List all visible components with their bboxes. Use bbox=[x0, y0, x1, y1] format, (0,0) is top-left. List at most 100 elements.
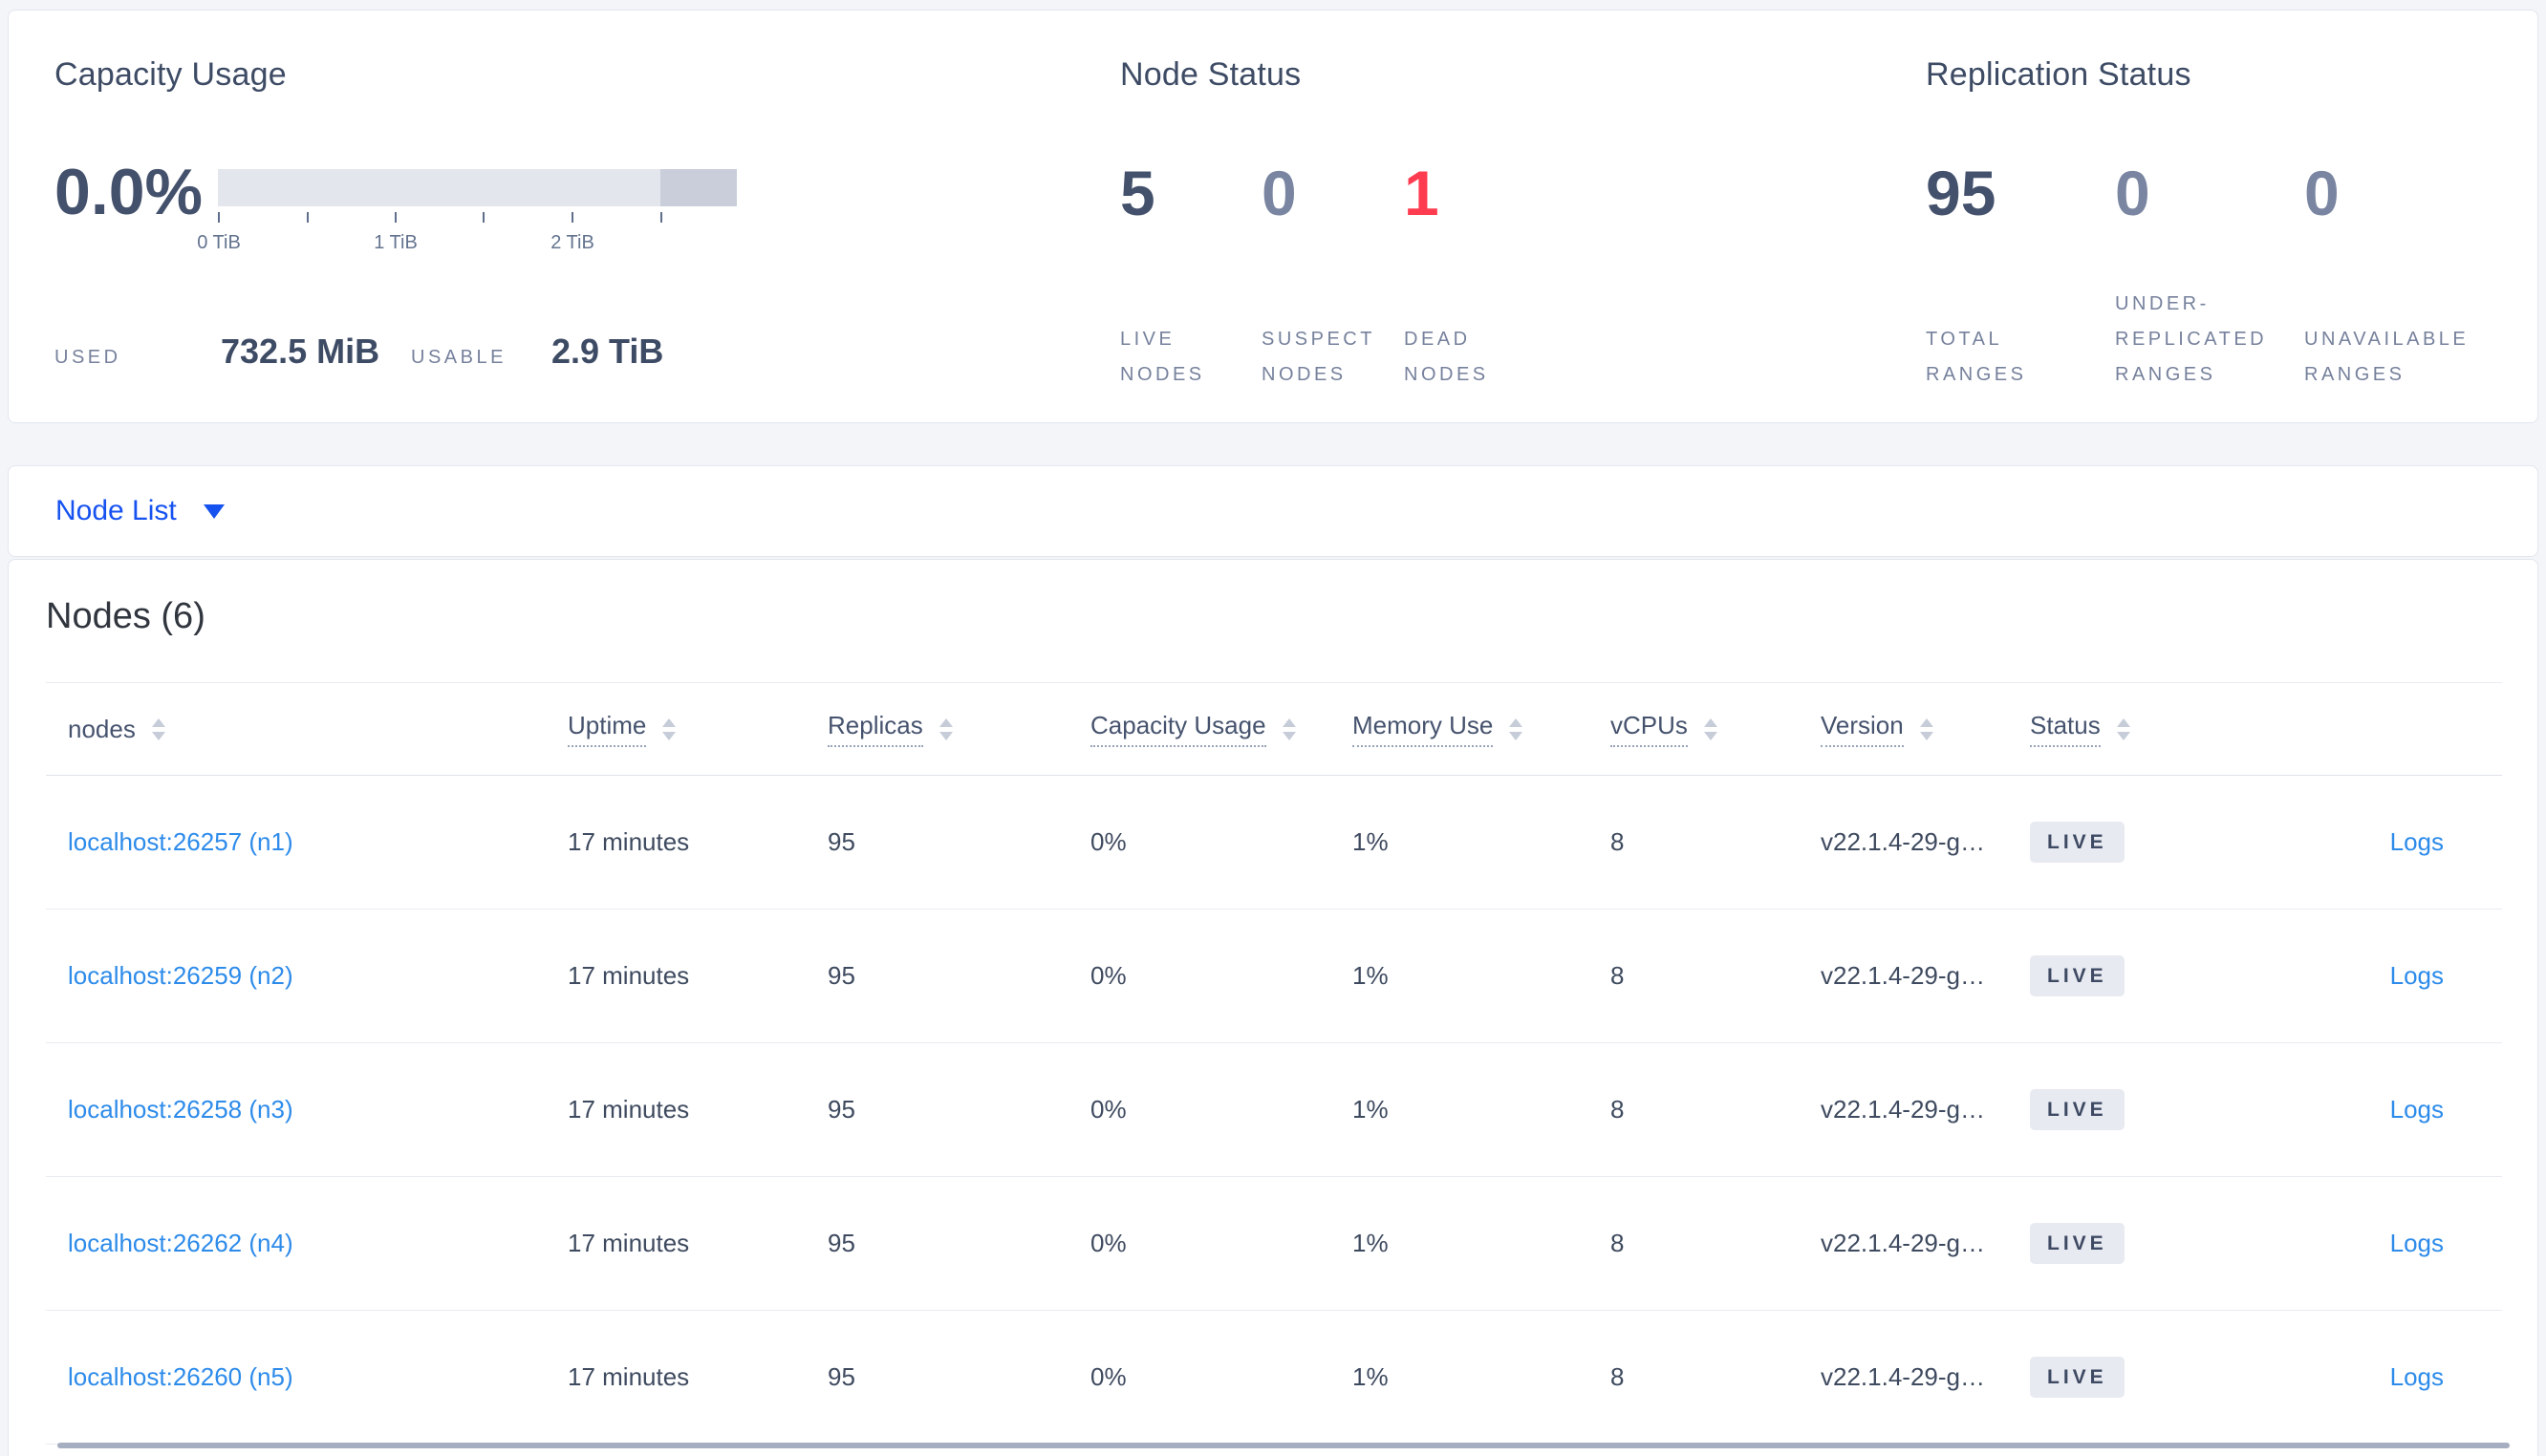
usable-label: USABLE bbox=[411, 347, 507, 368]
version-cell: v22.1.4-29-g… bbox=[1821, 1362, 1985, 1391]
sort-icon[interactable] bbox=[1703, 717, 1717, 740]
replicas-cell: 95 bbox=[828, 1362, 855, 1391]
axis-tick-label: 1 TiB bbox=[374, 232, 418, 253]
sort-icon[interactable] bbox=[2116, 717, 2130, 740]
column-header-replicas[interactable]: Replicas bbox=[828, 711, 1090, 747]
node-link[interactable]: localhost:26262 (n4) bbox=[68, 1229, 293, 1257]
memory-use-cell: 1% bbox=[1352, 961, 1389, 990]
status-badge: LIVE bbox=[2030, 1088, 2125, 1131]
status-badge: LIVE bbox=[2030, 1222, 2125, 1265]
logs-link[interactable]: Logs bbox=[2390, 961, 2444, 990]
axis-tick bbox=[395, 212, 397, 223]
node-link[interactable]: localhost:26260 (n5) bbox=[68, 1362, 293, 1391]
replicas-cell: 95 bbox=[828, 827, 855, 856]
logs-link[interactable]: Logs bbox=[2390, 1095, 2444, 1124]
column-header-capacity-usage[interactable]: Capacity Usage bbox=[1090, 711, 1352, 747]
table-row: localhost:26258 (n3) 17 minutes 95 0% 1%… bbox=[46, 1043, 2502, 1177]
sort-icon[interactable] bbox=[1919, 717, 1933, 740]
column-header-version[interactable]: Version bbox=[1821, 711, 2030, 747]
capacity-usage-title: Capacity Usage bbox=[54, 56, 287, 93]
unavailable-ranges-count: 0 bbox=[2304, 158, 2340, 228]
node-status-title: Node Status bbox=[1120, 56, 1302, 93]
version-cell: v22.1.4-29-g… bbox=[1821, 1229, 1985, 1257]
node-list-dropdown[interactable]: Node List bbox=[8, 465, 2538, 557]
under-replicated-ranges-label: UNDER- REPLICATED RANGES bbox=[2115, 293, 2268, 385]
vcpus-cell: 8 bbox=[1610, 961, 1625, 990]
column-header-memory-use[interactable]: Memory Use bbox=[1352, 711, 1610, 747]
chevron-down-icon bbox=[203, 503, 225, 519]
node-list-dropdown-label: Node List bbox=[55, 495, 177, 526]
logs-link[interactable]: Logs bbox=[2390, 1362, 2444, 1391]
node-link[interactable]: localhost:26259 (n2) bbox=[68, 961, 293, 990]
used-label: USED bbox=[54, 347, 121, 368]
vcpus-cell: 8 bbox=[1610, 827, 1625, 856]
uptime-cell: 17 minutes bbox=[568, 1362, 690, 1391]
table-row: localhost:26262 (n4) 17 minutes 95 0% 1%… bbox=[46, 1177, 2502, 1311]
replication-status-title: Replication Status bbox=[1926, 56, 2191, 93]
total-ranges-count: 95 bbox=[1926, 158, 1996, 228]
total-ranges-label: TOTAL RANGES bbox=[1926, 329, 2027, 385]
axis-tick bbox=[218, 212, 220, 223]
dead-nodes-label: DEAD NODES bbox=[1404, 329, 1489, 385]
column-header-nodes[interactable]: nodes bbox=[46, 715, 568, 744]
axis-tick bbox=[307, 212, 309, 223]
sort-icon[interactable] bbox=[939, 717, 953, 740]
memory-use-cell: 1% bbox=[1352, 1095, 1389, 1124]
live-nodes-label: LIVE NODES bbox=[1120, 329, 1205, 385]
table-row: localhost:26260 (n5) 17 minutes 95 0% 1%… bbox=[46, 1311, 2502, 1445]
replicas-cell: 95 bbox=[828, 1095, 855, 1124]
unavailable-ranges-label: UNAVAILABLE RANGES bbox=[2304, 329, 2470, 385]
table-row: localhost:26257 (n1) 17 minutes 95 0% 1%… bbox=[46, 776, 2502, 910]
dead-nodes-count: 1 bbox=[1404, 158, 1439, 228]
cluster-overview-page: { "summary": { "capacity": { "title": "C… bbox=[0, 0, 2546, 1456]
node-link[interactable]: localhost:26258 (n3) bbox=[68, 1095, 293, 1124]
sort-icon[interactable] bbox=[151, 717, 165, 740]
capacity-usage-cell: 0% bbox=[1090, 1229, 1127, 1257]
vcpus-cell: 8 bbox=[1610, 1362, 1625, 1391]
horizontal-scrollbar[interactable] bbox=[57, 1443, 2510, 1448]
vcpus-cell: 8 bbox=[1610, 1095, 1625, 1124]
cluster-summary-card: Capacity Usage 0.0% 0 TiB 1 TiB 2 TiB US… bbox=[8, 10, 2538, 423]
nodes-table-card: Nodes (6) nodes Uptime Replicas Capacity… bbox=[8, 559, 2538, 1456]
nodes-table: nodes Uptime Replicas Capacity Usage Mem… bbox=[46, 682, 2502, 1445]
nodes-table-title: Nodes (6) bbox=[46, 596, 205, 636]
capacity-bar-end-segment bbox=[660, 169, 737, 206]
uptime-cell: 17 minutes bbox=[568, 1229, 690, 1257]
replicas-cell: 95 bbox=[828, 961, 855, 990]
status-badge: LIVE bbox=[2030, 821, 2125, 864]
sort-icon[interactable] bbox=[662, 717, 677, 740]
logs-link[interactable]: Logs bbox=[2390, 1229, 2444, 1257]
uptime-cell: 17 minutes bbox=[568, 961, 690, 990]
axis-tick bbox=[572, 212, 573, 223]
live-nodes-count: 5 bbox=[1120, 158, 1155, 228]
logs-link[interactable]: Logs bbox=[2390, 827, 2444, 856]
capacity-usage-cell: 0% bbox=[1090, 1362, 1127, 1391]
sort-icon[interactable] bbox=[1509, 717, 1523, 740]
column-header-status[interactable]: Status bbox=[2030, 711, 2298, 747]
replicas-cell: 95 bbox=[828, 1229, 855, 1257]
axis-tick bbox=[483, 212, 485, 223]
status-badge: LIVE bbox=[2030, 1356, 2125, 1399]
column-header-vcpus[interactable]: vCPUs bbox=[1610, 711, 1821, 747]
axis-tick-label: 0 TiB bbox=[197, 232, 241, 253]
memory-use-cell: 1% bbox=[1352, 827, 1389, 856]
suspect-nodes-count: 0 bbox=[1262, 158, 1297, 228]
uptime-cell: 17 minutes bbox=[568, 1095, 690, 1124]
axis-tick-label: 2 TiB bbox=[550, 232, 594, 253]
capacity-usage-cell: 0% bbox=[1090, 1095, 1127, 1124]
sort-icon[interactable] bbox=[1282, 717, 1296, 740]
axis-tick bbox=[660, 212, 662, 223]
capacity-usage-cell: 0% bbox=[1090, 827, 1127, 856]
vcpus-cell: 8 bbox=[1610, 1229, 1625, 1257]
version-cell: v22.1.4-29-g… bbox=[1821, 827, 1985, 856]
capacity-usage-cell: 0% bbox=[1090, 961, 1127, 990]
table-header-row: nodes Uptime Replicas Capacity Usage Mem… bbox=[46, 683, 2502, 776]
node-link[interactable]: localhost:26257 (n1) bbox=[68, 827, 293, 856]
uptime-cell: 17 minutes bbox=[568, 827, 690, 856]
capacity-bar-chart bbox=[218, 169, 737, 206]
column-header-uptime[interactable]: Uptime bbox=[568, 711, 828, 747]
table-row: localhost:26259 (n2) 17 minutes 95 0% 1%… bbox=[46, 910, 2502, 1043]
used-value: 732.5 MiB bbox=[221, 332, 380, 371]
version-cell: v22.1.4-29-g… bbox=[1821, 961, 1985, 990]
suspect-nodes-label: SUSPECT NODES bbox=[1262, 329, 1375, 385]
